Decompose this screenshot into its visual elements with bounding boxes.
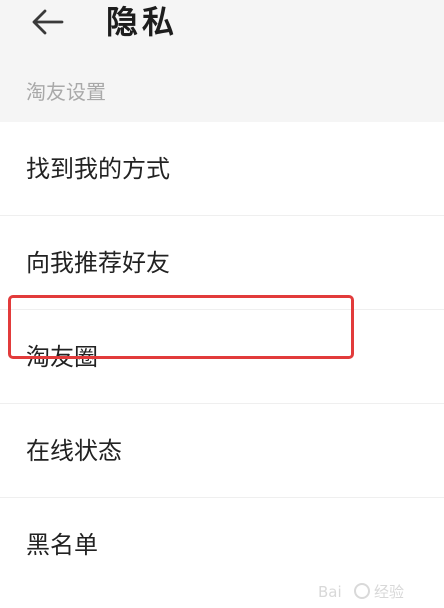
list-item-label: 黑名单 [26, 531, 98, 559]
list-item-online-status[interactable]: 在线状态 [0, 404, 444, 498]
svg-text:Bai: Bai [318, 583, 342, 601]
arrow-left-icon [32, 9, 64, 35]
list-item-label: 向我推荐好友 [26, 248, 170, 277]
list-item-recommend-friends[interactable]: 向我推荐好友 [0, 216, 444, 310]
list-item-blacklist[interactable]: 黑名单 [0, 498, 444, 592]
settings-list: 找到我的方式 向我推荐好友 淘友圈 在线状态 黑名单 [0, 122, 444, 592]
page-title: 隐私 [106, 3, 179, 41]
header: 隐私 淘友设置 [0, 0, 444, 122]
list-item-find-me[interactable]: 找到我的方式 [0, 122, 444, 216]
list-item-friend-circle[interactable]: 淘友圈 [0, 310, 444, 404]
list-item-label: 淘友圈 [26, 342, 98, 371]
section-label: 淘友设置 [26, 80, 106, 104]
watermark-logo: Bai 经验 [318, 583, 404, 601]
list-item-label: 在线状态 [26, 436, 122, 465]
svg-text:经验: 经验 [374, 583, 404, 601]
back-button[interactable] [28, 2, 68, 42]
list-item-label: 找到我的方式 [26, 154, 170, 183]
